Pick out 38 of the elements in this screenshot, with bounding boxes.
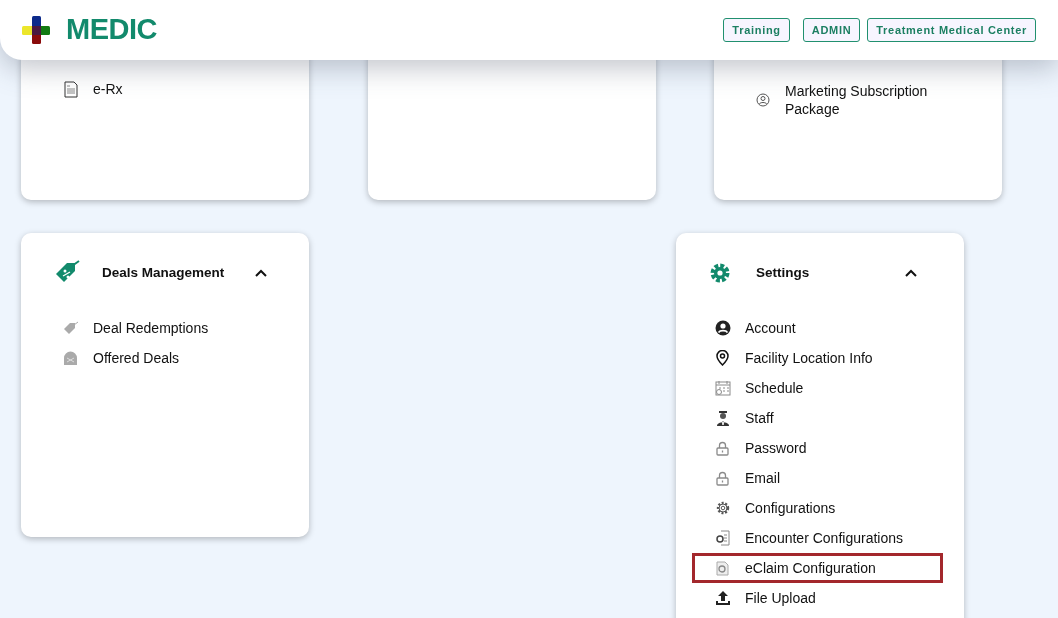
header-badge-button[interactable]: Training (723, 18, 790, 42)
menu-item[interactable]: Configurations (692, 493, 943, 523)
cross-logo-icon (22, 16, 50, 44)
header-badge-button[interactable]: ADMIN (802, 18, 861, 42)
menu-item[interactable]: Marketing Subscription Package (730, 76, 986, 124)
document-gear-icon (714, 530, 731, 546)
staff-person-icon (714, 410, 731, 426)
menu-item[interactable]: Schedule (692, 373, 943, 403)
lock-icon (714, 440, 731, 456)
calendar-icon (714, 380, 731, 396)
menu-item[interactable]: eClaim Configuration (692, 553, 943, 583)
gear-icon (714, 500, 731, 516)
menu-item[interactable]: Password (692, 433, 943, 463)
offer-badge-icon (62, 350, 79, 366)
upload-icon (714, 590, 731, 606)
lock-icon (714, 470, 731, 486)
document-icon (62, 80, 79, 98)
user-circle-icon (714, 320, 731, 336)
menu-item[interactable]: e-Rx (37, 74, 293, 104)
app-logo-text: MEDIC (66, 12, 157, 48)
menu-item[interactable]: Deal Redemptions (37, 313, 288, 343)
menu-item[interactable]: Staff (692, 403, 943, 433)
chevron-icon[interactable] (905, 269, 917, 277)
user-circle-icon (754, 93, 771, 107)
gear-icon (709, 262, 731, 284)
menu-item[interactable]: File Upload (692, 583, 943, 613)
menu-item[interactable]: Facility Location Info (692, 343, 943, 373)
menu-item[interactable]: Account (692, 313, 943, 343)
header-badge-button[interactable]: Treatment Medical Center (867, 18, 1036, 42)
section-title: Settings (756, 263, 810, 282)
menu-item[interactable]: Email (692, 463, 943, 493)
menu-item[interactable]: Encounter Configurations (692, 523, 943, 553)
chevron-icon[interactable] (255, 269, 267, 277)
location-pin-icon (714, 350, 731, 366)
section-title: Deals Management (102, 263, 225, 282)
document-gear-icon (714, 560, 731, 576)
tag-icon (62, 321, 79, 335)
menu-item[interactable]: Offered Deals (37, 343, 288, 373)
